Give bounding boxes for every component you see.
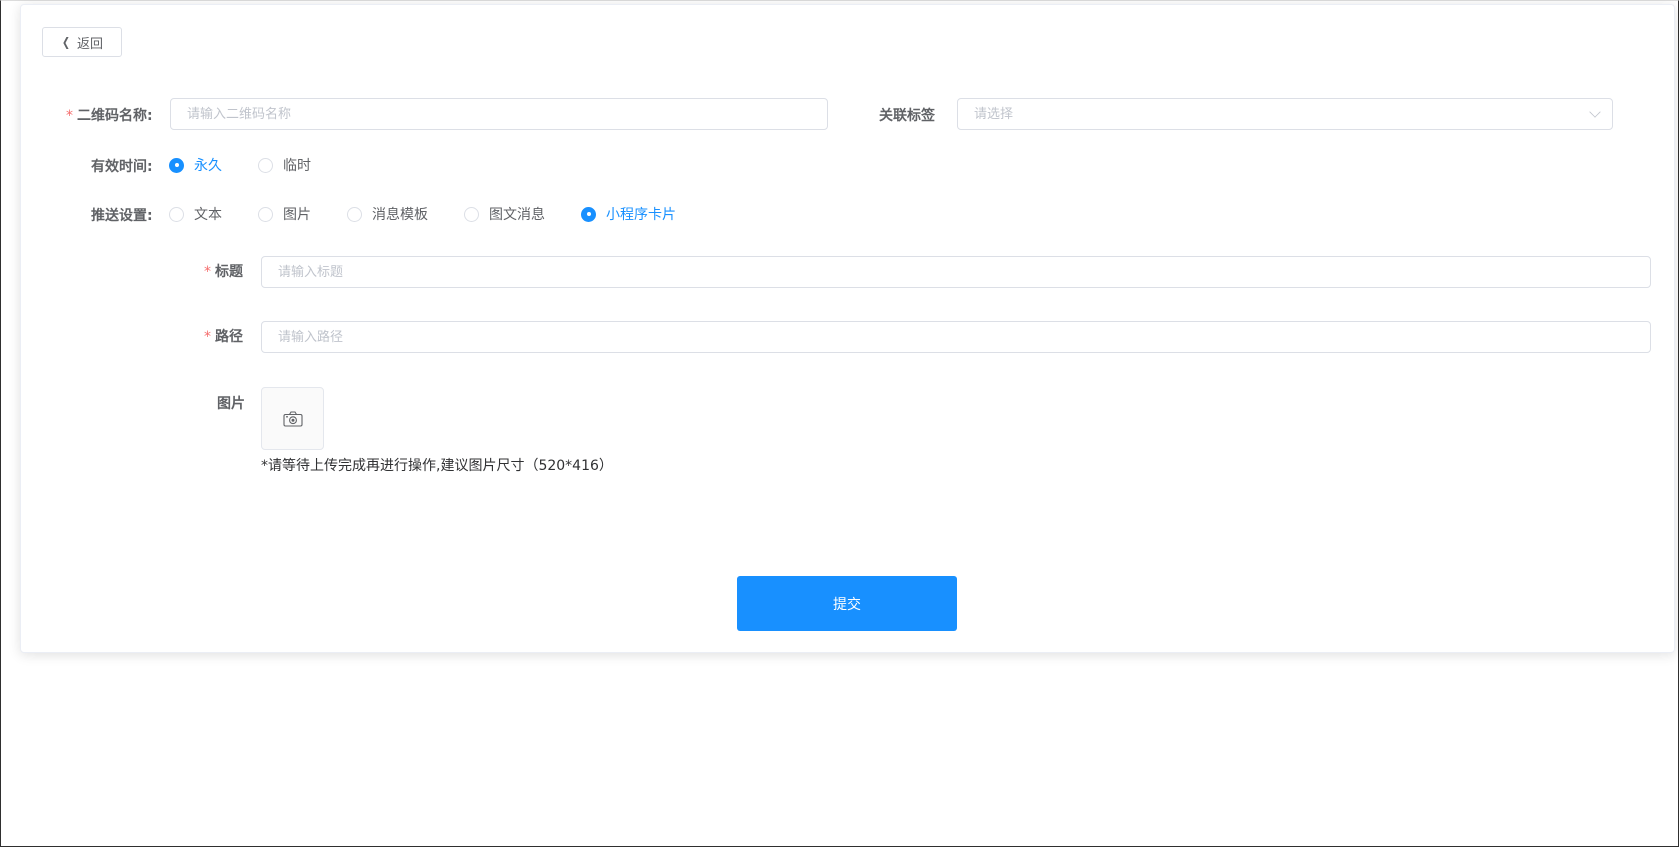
submit-button[interactable]: 提交 xyxy=(737,576,957,631)
image-label: 图片 xyxy=(217,393,245,413)
qr-name-input[interactable] xyxy=(187,99,811,129)
tag-select[interactable] xyxy=(957,98,1613,130)
back-button[interactable]: ❮ 返回 xyxy=(42,27,122,57)
push-setting-label-text: 推送设置: xyxy=(91,208,153,224)
title-label-text: 标题 xyxy=(215,264,243,280)
required-mark: * xyxy=(204,264,211,280)
radio-template-label: 消息模板 xyxy=(372,207,428,223)
qr-name-label: * 二维码名称: xyxy=(66,105,153,125)
radio-dot[interactable] xyxy=(464,206,479,222)
radio-permanent[interactable]: 永久 xyxy=(169,155,222,175)
valid-time-radio-group: 永久 临时 xyxy=(169,155,311,175)
radio-dot[interactable] xyxy=(169,206,184,222)
required-mark: * xyxy=(204,329,211,345)
image-upload[interactable] xyxy=(261,387,324,450)
radio-dot[interactable] xyxy=(581,206,596,222)
radio-temporary-label: 临时 xyxy=(283,158,311,174)
path-label: * 路径 xyxy=(204,326,243,346)
radio-dot[interactable] xyxy=(347,206,362,222)
submit-button-label: 提交 xyxy=(833,596,861,613)
qr-name-label-text: 二维码名称: xyxy=(77,108,153,124)
title-field[interactable] xyxy=(261,256,1651,288)
qr-name-field[interactable] xyxy=(170,98,828,130)
tag-select-input[interactable] xyxy=(974,99,1596,129)
path-field[interactable] xyxy=(261,321,1651,353)
valid-time-label: 有效时间: xyxy=(91,156,153,176)
image-label-text: 图片 xyxy=(217,396,245,412)
radio-news[interactable]: 图文消息 xyxy=(464,204,545,224)
radio-news-label: 图文消息 xyxy=(489,207,545,223)
radio-text-label: 文本 xyxy=(194,207,222,223)
image-hint: *请等待上传完成再进行操作,建议图片尺寸（520*416） xyxy=(261,458,613,474)
radio-dot[interactable] xyxy=(258,206,273,222)
title-label: * 标题 xyxy=(204,261,243,281)
radio-text[interactable]: 文本 xyxy=(169,204,222,224)
radio-template[interactable]: 消息模板 xyxy=(347,204,428,224)
valid-time-label-text: 有效时间: xyxy=(91,159,153,175)
radio-permanent-label: 永久 xyxy=(194,158,222,174)
radio-image[interactable]: 图片 xyxy=(258,204,311,224)
title-input[interactable] xyxy=(278,257,1634,287)
radio-dot[interactable] xyxy=(258,157,273,173)
radio-dot[interactable] xyxy=(169,157,184,173)
back-button-label: 返回 xyxy=(77,36,104,52)
tag-label: 关联标签 xyxy=(879,105,935,125)
chevron-left-icon: ❮ xyxy=(61,35,71,49)
tag-label-text: 关联标签 xyxy=(879,108,935,124)
camera-icon xyxy=(282,410,303,427)
push-setting-radio-group: 文本 图片 消息模板 图文消息 小程序卡片 xyxy=(169,204,676,224)
path-input[interactable] xyxy=(278,322,1634,352)
radio-miniprogram-card[interactable]: 小程序卡片 xyxy=(581,204,676,224)
path-label-text: 路径 xyxy=(215,329,243,345)
radio-temporary[interactable]: 临时 xyxy=(258,155,311,175)
push-setting-label: 推送设置: xyxy=(91,205,153,225)
radio-image-label: 图片 xyxy=(283,207,311,223)
radio-miniprogram-card-label: 小程序卡片 xyxy=(606,207,676,223)
required-mark: * xyxy=(66,108,73,124)
